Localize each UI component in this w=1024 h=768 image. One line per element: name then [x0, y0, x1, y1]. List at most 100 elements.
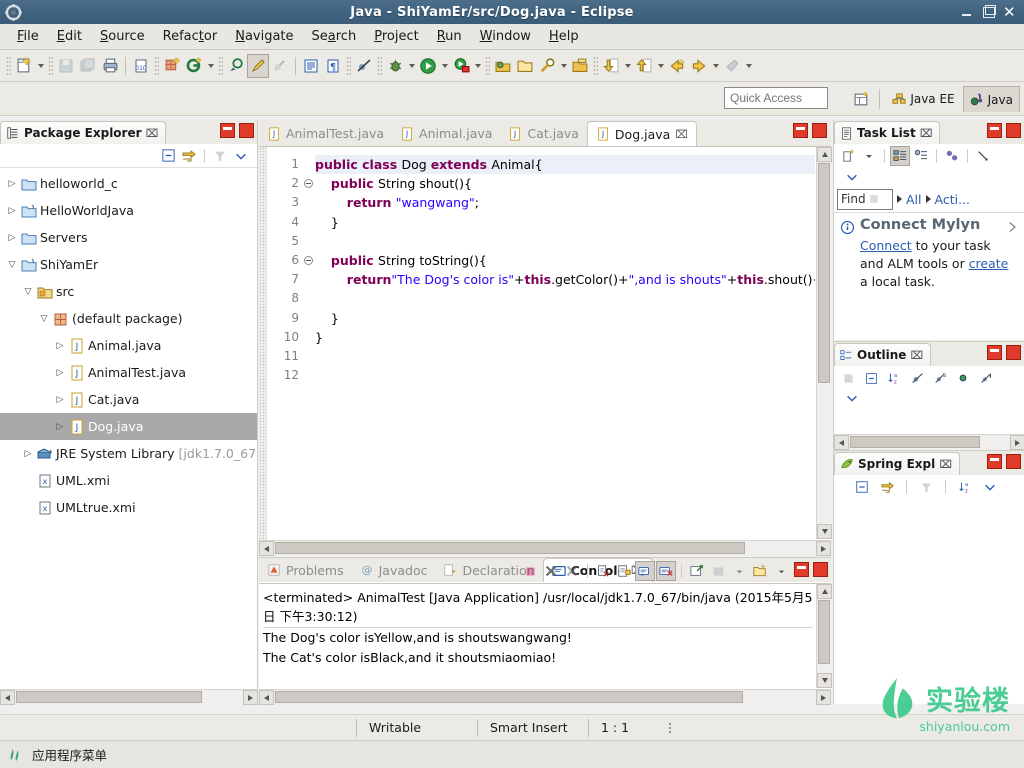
pin-editor-icon[interactable]	[721, 54, 743, 78]
package-explorer-hscrollbar[interactable]	[0, 689, 258, 705]
code-line[interactable]: public String shout(){	[315, 174, 815, 193]
new-java-class-dropdown-icon[interactable]	[205, 54, 216, 78]
hide-static-icon[interactable]: S	[930, 368, 950, 388]
print-icon[interactable]	[99, 54, 121, 78]
hscroll-left-arrow[interactable]	[0, 690, 15, 705]
debug-dropdown-icon[interactable]	[406, 54, 417, 78]
maximize-view-button[interactable]	[813, 562, 828, 577]
open-console-dropdown-icon[interactable]	[771, 561, 791, 581]
chevron-right-icon[interactable]: ▷	[4, 233, 20, 243]
next-annotation-icon[interactable]	[600, 54, 622, 78]
mylyn-connect-link[interactable]: Connect	[860, 238, 912, 253]
code-line[interactable]	[315, 232, 815, 251]
view-menu-icon[interactable]	[980, 477, 1000, 497]
maximize-editor-button[interactable]	[812, 123, 827, 138]
new-wizard-icon[interactable]	[13, 54, 35, 78]
vscroll-down-arrow[interactable]	[817, 524, 832, 539]
minimize-button[interactable]	[961, 6, 973, 18]
menu-navigate[interactable]: Navigate	[226, 26, 302, 47]
previous-annotation-dropdown-icon[interactable]	[655, 54, 666, 78]
menu-help[interactable]: Help	[540, 26, 588, 47]
code-line[interactable]	[315, 289, 815, 308]
perspective-tab-java[interactable]: Java	[962, 86, 1020, 112]
tree-item[interactable]: ▷ J Animal.java	[0, 332, 257, 359]
menu-search[interactable]: Search	[303, 26, 366, 47]
hide-local-types-icon[interactable]	[976, 368, 996, 388]
chevron-right-icon[interactable]: ▷	[52, 368, 68, 378]
collapse-all-icon[interactable]	[861, 368, 881, 388]
remove-all-terminated-icon[interactable]	[562, 561, 582, 581]
vscroll-down-arrow[interactable]	[817, 673, 832, 688]
open-task-icon[interactable]	[492, 54, 514, 78]
outline-hscrollbar[interactable]	[834, 434, 1024, 450]
editor-tab-cat[interactable]: J Cat.java	[500, 121, 586, 146]
clear-console-icon[interactable]	[593, 561, 613, 581]
hscroll-right-arrow[interactable]	[1010, 435, 1024, 450]
vscroll-up-arrow[interactable]	[817, 584, 832, 599]
hscroll-left-arrow[interactable]	[259, 690, 274, 705]
new-java-class-icon[interactable]	[183, 54, 205, 78]
tree-item[interactable]: x UML.xmi	[0, 467, 257, 494]
search-icon[interactable]	[536, 54, 558, 78]
new-task-icon[interactable]	[838, 146, 858, 166]
close-icon[interactable]: ⌧	[920, 127, 933, 140]
previous-annotation-icon[interactable]	[633, 54, 655, 78]
filter-caret-active-icon[interactable]	[925, 195, 931, 203]
vscroll-up-arrow[interactable]	[817, 147, 832, 162]
maximize-view-button[interactable]	[1006, 345, 1021, 360]
toggle-breadcrumb-icon[interactable]: 010	[130, 54, 152, 78]
hscroll-right-arrow[interactable]	[243, 690, 258, 705]
toolbar-grip-2[interactable]	[48, 55, 53, 76]
maximize-view-button[interactable]	[1006, 123, 1021, 138]
tree-item[interactable]: ▷ helloworld_c	[0, 170, 257, 197]
filter-caret-all-icon[interactable]	[897, 195, 902, 203]
save-icon[interactable]	[55, 54, 77, 78]
search-dropdown-icon[interactable]	[558, 54, 569, 78]
bottom-tab-javadoc[interactable]: @ Javadoc	[352, 558, 436, 582]
editor-tab-dog[interactable]: J Dog.java ⌧	[586, 121, 697, 146]
toolbar-grip-8[interactable]	[593, 55, 598, 76]
menu-edit[interactable]: Edit	[48, 26, 91, 47]
spring-explorer-tab[interactable]: Spring Expl ⌧	[834, 452, 960, 475]
synchronize-changed-icon[interactable]	[942, 146, 962, 166]
tree-item[interactable]: ▽ (default package)	[0, 305, 257, 332]
tree-item[interactable]: ▷ JRE System Library [jdk1.7.0_67	[0, 440, 257, 467]
remove-launch-icon[interactable]	[541, 561, 561, 581]
run-dropdown-icon[interactable]	[439, 54, 450, 78]
tree-item[interactable]: ▷ Servers	[0, 224, 257, 251]
toolbar-grip-7[interactable]	[485, 55, 490, 76]
display-console-dropdown-icon[interactable]	[729, 561, 749, 581]
pin-dropdown-icon[interactable]	[743, 54, 754, 78]
link-with-editor-icon[interactable]	[179, 146, 199, 166]
display-selected-console-icon[interactable]	[708, 561, 728, 581]
minimize-view-button[interactable]	[987, 345, 1002, 360]
status-grip[interactable]	[669, 722, 675, 733]
focus-on-active-task-icon[interactable]	[838, 368, 858, 388]
save-all-icon[interactable]	[77, 54, 99, 78]
sort-icon[interactable]: a z	[955, 477, 975, 497]
maximize-button[interactable]	[982, 5, 996, 18]
tree-item[interactable]: ▷ HelloWorldJava	[0, 197, 257, 224]
annotation-icon[interactable]	[247, 53, 269, 78]
toolbar-grip-3[interactable]	[154, 55, 159, 76]
editor-hscroll-thumb[interactable]	[275, 542, 745, 554]
code-line[interactable]: public String toString(){	[315, 251, 815, 270]
skip-breakpoints-icon[interactable]	[353, 54, 375, 78]
categorized-presentation-icon[interactable]	[890, 146, 910, 166]
menu-refactor[interactable]: Refactor	[154, 26, 227, 47]
open-type-hierarchy-icon[interactable]	[569, 54, 591, 78]
sort-icon[interactable]: a z	[884, 368, 904, 388]
code-line[interactable]: }	[315, 328, 815, 347]
code-line[interactable]	[315, 366, 815, 385]
outline-view-icon[interactable]	[300, 54, 322, 78]
editor-vscrollbar[interactable]	[816, 147, 832, 539]
scroll-lock-icon[interactable]	[614, 561, 634, 581]
external-tools-dropdown-icon[interactable]	[472, 54, 483, 78]
filter-icon[interactable]	[916, 477, 936, 497]
tree-item[interactable]: ▷ J AnimalTest.java	[0, 359, 257, 386]
forward-icon[interactable]	[688, 54, 710, 78]
chevron-down-icon[interactable]: ▽	[36, 314, 52, 324]
mylyn-create-link[interactable]: create	[969, 256, 1009, 271]
chevron-right-icon[interactable]: ▷	[52, 422, 68, 432]
maximize-view-button[interactable]	[1006, 454, 1021, 469]
